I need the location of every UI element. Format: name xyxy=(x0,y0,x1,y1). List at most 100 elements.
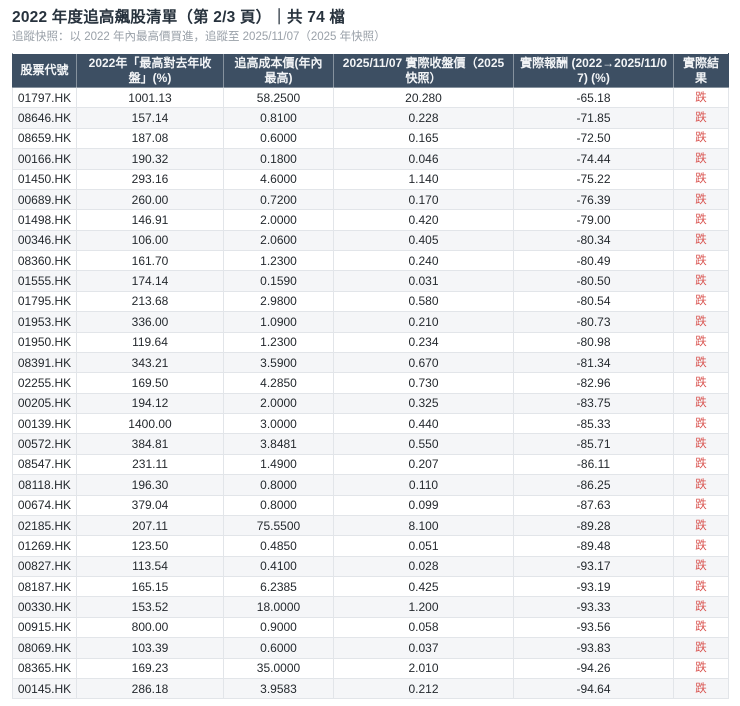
cell-stock-code: 00827.HK xyxy=(12,555,77,578)
cell-stock-code: 00166.HK xyxy=(12,148,77,170)
cell-chase-cost: 4.6000 xyxy=(223,168,334,190)
table-row: 01269.HK 123.50 0.4850 0.051 -89.48 跌 xyxy=(12,535,729,557)
cell-chase-cost: 1.4900 xyxy=(223,453,334,476)
cell-actual-result: 跌 xyxy=(673,412,729,435)
table-row: 08069.HK 103.39 0.6000 0.037 -93.83 跌 xyxy=(12,637,729,659)
col-header-actual-result: 實際結果 xyxy=(673,53,729,88)
cell-stock-code: 01498.HK xyxy=(12,209,77,231)
cell-stock-code: 00205.HK xyxy=(12,392,77,415)
cell-chase-cost: 0.6000 xyxy=(223,637,334,659)
cell-actual-return: -81.34 xyxy=(513,351,674,374)
cell-actual-result: 跌 xyxy=(673,229,729,252)
cell-chase-cost: 0.1590 xyxy=(223,270,334,292)
cell-actual-result: 跌 xyxy=(673,575,729,598)
cell-stock-code: 02255.HK xyxy=(12,372,77,394)
cell-actual-close: 0.046 xyxy=(333,148,514,170)
cell-stock-code: 08365.HK xyxy=(12,657,77,679)
cell-actual-return: -85.71 xyxy=(513,433,674,455)
cell-actual-result: 跌 xyxy=(673,209,729,231)
cell-stock-code: 00330.HK xyxy=(12,596,77,618)
cell-actual-close: 0.228 xyxy=(333,107,514,129)
cell-peak-vs-prev-close: 161.70 xyxy=(76,249,224,272)
cell-actual-result: 跌 xyxy=(673,107,729,129)
cell-chase-cost: 2.9800 xyxy=(223,290,334,313)
cell-peak-vs-prev-close: 286.18 xyxy=(76,677,224,700)
cell-chase-cost: 4.2850 xyxy=(223,372,334,394)
cell-stock-code: 01950.HK xyxy=(12,331,77,353)
cell-actual-close: 0.110 xyxy=(333,474,514,496)
cell-actual-close: 0.165 xyxy=(333,127,514,150)
table-row: 00166.HK 190.32 0.1800 0.046 -74.44 跌 xyxy=(12,148,729,170)
cell-actual-close: 0.028 xyxy=(333,555,514,578)
cell-actual-close: 0.037 xyxy=(333,637,514,659)
table-row: 02255.HK 169.50 4.2850 0.730 -82.96 跌 xyxy=(12,372,729,394)
cell-actual-result: 跌 xyxy=(673,555,729,578)
cell-peak-vs-prev-close: 187.08 xyxy=(76,127,224,150)
cell-peak-vs-prev-close: 260.00 xyxy=(76,188,224,211)
cell-actual-close: 0.210 xyxy=(333,311,514,333)
cell-actual-result: 跌 xyxy=(673,127,729,150)
cell-peak-vs-prev-close: 800.00 xyxy=(76,616,224,639)
cell-actual-close: 1.200 xyxy=(333,596,514,618)
cell-actual-result: 跌 xyxy=(673,168,729,190)
cell-actual-return: -89.48 xyxy=(513,535,674,557)
cell-actual-return: -80.73 xyxy=(513,311,674,333)
table-header: 股票代號 2022年「最高對去年收盤」(%) 追高成本價(年內最高) 2025/… xyxy=(12,53,729,88)
cell-peak-vs-prev-close: 384.81 xyxy=(76,433,224,455)
cell-actual-return: -93.17 xyxy=(513,555,674,578)
cell-stock-code: 08069.HK xyxy=(12,637,77,659)
page-subtitle: 追蹤快照：以 2022 年內最高價買進，追蹤至 2025/11/07（2025 … xyxy=(12,31,386,43)
cell-actual-result: 跌 xyxy=(673,616,729,639)
cell-peak-vs-prev-close: 153.52 xyxy=(76,596,224,618)
cell-actual-close: 0.405 xyxy=(333,229,514,252)
cell-actual-return: -74.44 xyxy=(513,148,674,170)
cell-actual-result: 跌 xyxy=(673,372,729,394)
cell-chase-cost: 2.0000 xyxy=(223,209,334,231)
cell-actual-close: 0.580 xyxy=(333,290,514,313)
cell-actual-return: -89.28 xyxy=(513,514,674,537)
cell-peak-vs-prev-close: 113.54 xyxy=(76,555,224,578)
cell-actual-return: -94.26 xyxy=(513,657,674,679)
page-title: 2022 年度追高飆股清單（第 2/3 頁）｜共 74 檔 xyxy=(12,9,346,26)
cell-actual-close: 0.440 xyxy=(333,412,514,435)
cell-actual-close: 0.425 xyxy=(333,575,514,598)
cell-peak-vs-prev-close: 169.50 xyxy=(76,372,224,394)
cell-actual-return: -93.19 xyxy=(513,575,674,598)
cell-actual-result: 跌 xyxy=(673,311,729,333)
cell-peak-vs-prev-close: 293.16 xyxy=(76,168,224,190)
cell-actual-return: -86.11 xyxy=(513,453,674,476)
cell-stock-code: 08547.HK xyxy=(12,453,77,476)
cell-chase-cost: 1.2300 xyxy=(223,249,334,272)
cell-peak-vs-prev-close: 165.15 xyxy=(76,575,224,598)
col-header-actual-return: 實際報酬 (2022→2025/11/07) (%) xyxy=(513,53,674,88)
cell-actual-close: 0.420 xyxy=(333,209,514,231)
cell-actual-result: 跌 xyxy=(673,270,729,292)
cell-chase-cost: 18.0000 xyxy=(223,596,334,618)
cell-actual-close: 2.010 xyxy=(333,657,514,679)
cell-stock-code: 00689.HK xyxy=(12,188,77,211)
cell-actual-return: -87.63 xyxy=(513,494,674,516)
table-row: 08659.HK 187.08 0.6000 0.165 -72.50 跌 xyxy=(12,127,729,150)
col-header-peak-vs-prev-close: 2022年「最高對去年收盤」(%) xyxy=(76,53,224,88)
cell-chase-cost: 0.4850 xyxy=(223,535,334,557)
table-row: 08391.HK 343.21 3.5900 0.670 -81.34 跌 xyxy=(12,351,729,374)
cell-chase-cost: 1.2300 xyxy=(223,331,334,353)
cell-stock-code: 01555.HK xyxy=(12,270,77,292)
cell-actual-result: 跌 xyxy=(673,514,729,537)
cell-peak-vs-prev-close: 231.11 xyxy=(76,453,224,476)
table-row: 00915.HK 800.00 0.9000 0.058 -93.56 跌 xyxy=(12,616,729,639)
cell-peak-vs-prev-close: 379.04 xyxy=(76,494,224,516)
cell-chase-cost: 75.5500 xyxy=(223,514,334,537)
cell-peak-vs-prev-close: 343.21 xyxy=(76,351,224,374)
table-row: 08187.HK 165.15 6.2385 0.425 -93.19 跌 xyxy=(12,575,729,598)
cell-actual-close: 1.140 xyxy=(333,168,514,190)
cell-actual-return: -65.18 xyxy=(513,86,674,109)
cell-stock-code: 00346.HK xyxy=(12,229,77,252)
cell-chase-cost: 0.8100 xyxy=(223,107,334,129)
cell-actual-result: 跌 xyxy=(673,596,729,618)
cell-actual-return: -80.34 xyxy=(513,229,674,252)
cell-peak-vs-prev-close: 1001.13 xyxy=(76,86,224,109)
cell-chase-cost: 58.2500 xyxy=(223,86,334,109)
table-row: 01953.HK 336.00 1.0900 0.210 -80.73 跌 xyxy=(12,311,729,333)
cell-actual-return: -83.75 xyxy=(513,392,674,415)
